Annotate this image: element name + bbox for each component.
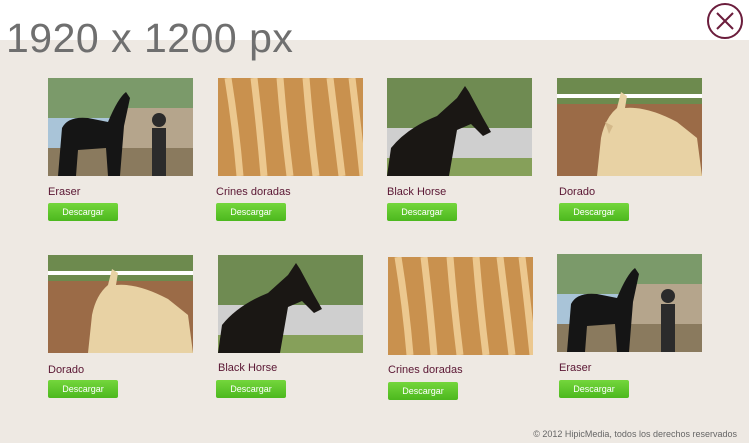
item-label: Eraser — [559, 362, 592, 374]
thumbnail-eraser[interactable] — [557, 254, 702, 352]
thumbnail-dorado[interactable] — [48, 255, 193, 353]
thumbnail-braids[interactable] — [218, 78, 363, 176]
download-button[interactable]: Descargar — [387, 203, 457, 221]
download-button[interactable]: Descargar — [559, 380, 629, 398]
close-button[interactable] — [707, 3, 743, 39]
item-label: Dorado — [48, 364, 85, 376]
item-label: Dorado — [559, 186, 596, 198]
item-label: Crines doradas — [388, 364, 463, 376]
thumbnail-dorado[interactable] — [557, 78, 702, 176]
download-button[interactable]: Descargar — [559, 203, 629, 221]
download-button[interactable]: Descargar — [48, 380, 118, 398]
thumbnail-black-horse[interactable] — [218, 255, 363, 353]
thumbnail-black-horse[interactable] — [387, 78, 532, 176]
resolution-title: 1920 x 1200 px — [6, 15, 294, 61]
download-button[interactable]: Descargar — [216, 203, 286, 221]
thumbnail-braids[interactable] — [388, 257, 533, 355]
copyright-footer: © 2012 HipicMedia, todos los derechos re… — [533, 429, 737, 439]
item-label: Crines doradas — [216, 186, 291, 198]
item-label: Black Horse — [387, 186, 447, 198]
download-button[interactable]: Descargar — [48, 203, 118, 221]
item-label: Eraser — [48, 186, 81, 198]
close-icon — [716, 12, 734, 30]
item-label: Black Horse — [218, 362, 278, 374]
thumbnail-eraser[interactable] — [48, 78, 193, 176]
download-button[interactable]: Descargar — [216, 380, 286, 398]
download-button[interactable]: Descargar — [388, 382, 458, 400]
